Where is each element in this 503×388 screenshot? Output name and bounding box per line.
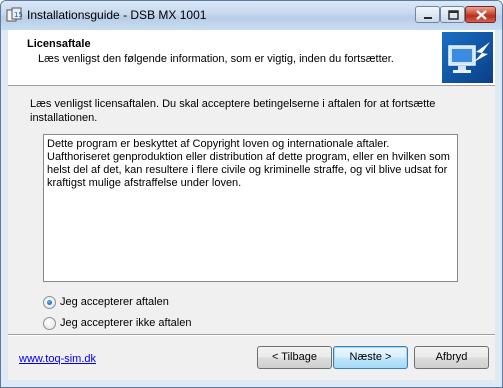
install-wizard-logo-icon <box>442 32 493 83</box>
svg-text:15: 15 <box>14 11 22 19</box>
back-button[interactable]: < Tilbage <box>257 346 332 369</box>
maximize-button[interactable] <box>440 6 465 23</box>
page-title: Licensaftale <box>27 38 91 50</box>
decline-option[interactable]: Jeg accepterer ikke aftalen <box>43 315 191 331</box>
close-button[interactable] <box>465 6 496 23</box>
minimize-button[interactable] <box>415 6 440 23</box>
decline-label[interactable]: Jeg accepterer ikke aftalen <box>60 317 191 329</box>
license-textbox[interactable]: Dette program er beskyttet af Copyright … <box>43 134 458 282</box>
minimize-icon <box>424 17 432 19</box>
title-bar[interactable]: 15 Installationsguide - DSB MX 1001 <box>1 1 502 30</box>
installer-window: 15 Installationsguide - DSB MX 1001 Lice… <box>0 0 503 388</box>
accept-label[interactable]: Jeg accepterer aftalen <box>60 296 169 308</box>
page-subtitle: Læs venligst den følgende information, s… <box>38 53 394 65</box>
accept-radio[interactable] <box>43 295 56 309</box>
dialog-client-area: Licensaftale Læs venligst den følgende i… <box>8 30 495 380</box>
accept-option[interactable]: Jeg accepterer aftalen <box>43 294 169 310</box>
window-title: Installationsguide - DSB MX 1001 <box>27 8 207 22</box>
website-link[interactable]: www.toq-sim.dk <box>19 353 96 365</box>
close-icon <box>476 10 487 20</box>
setup-app-icon: 15 <box>6 7 23 23</box>
wizard-header: Licensaftale Læs venligst den følgende i… <box>8 30 495 86</box>
footer-divider <box>8 334 495 336</box>
next-button[interactable]: Næste > <box>333 346 408 369</box>
maximize-icon <box>448 10 459 20</box>
license-text: Dette program er beskyttet af Copyright … <box>47 138 450 189</box>
cancel-button[interactable]: Afbryd <box>414 346 489 369</box>
license-instructions: Læs venligst licensaftalen. Du skal acce… <box>30 98 436 124</box>
decline-radio[interactable] <box>43 316 56 330</box>
